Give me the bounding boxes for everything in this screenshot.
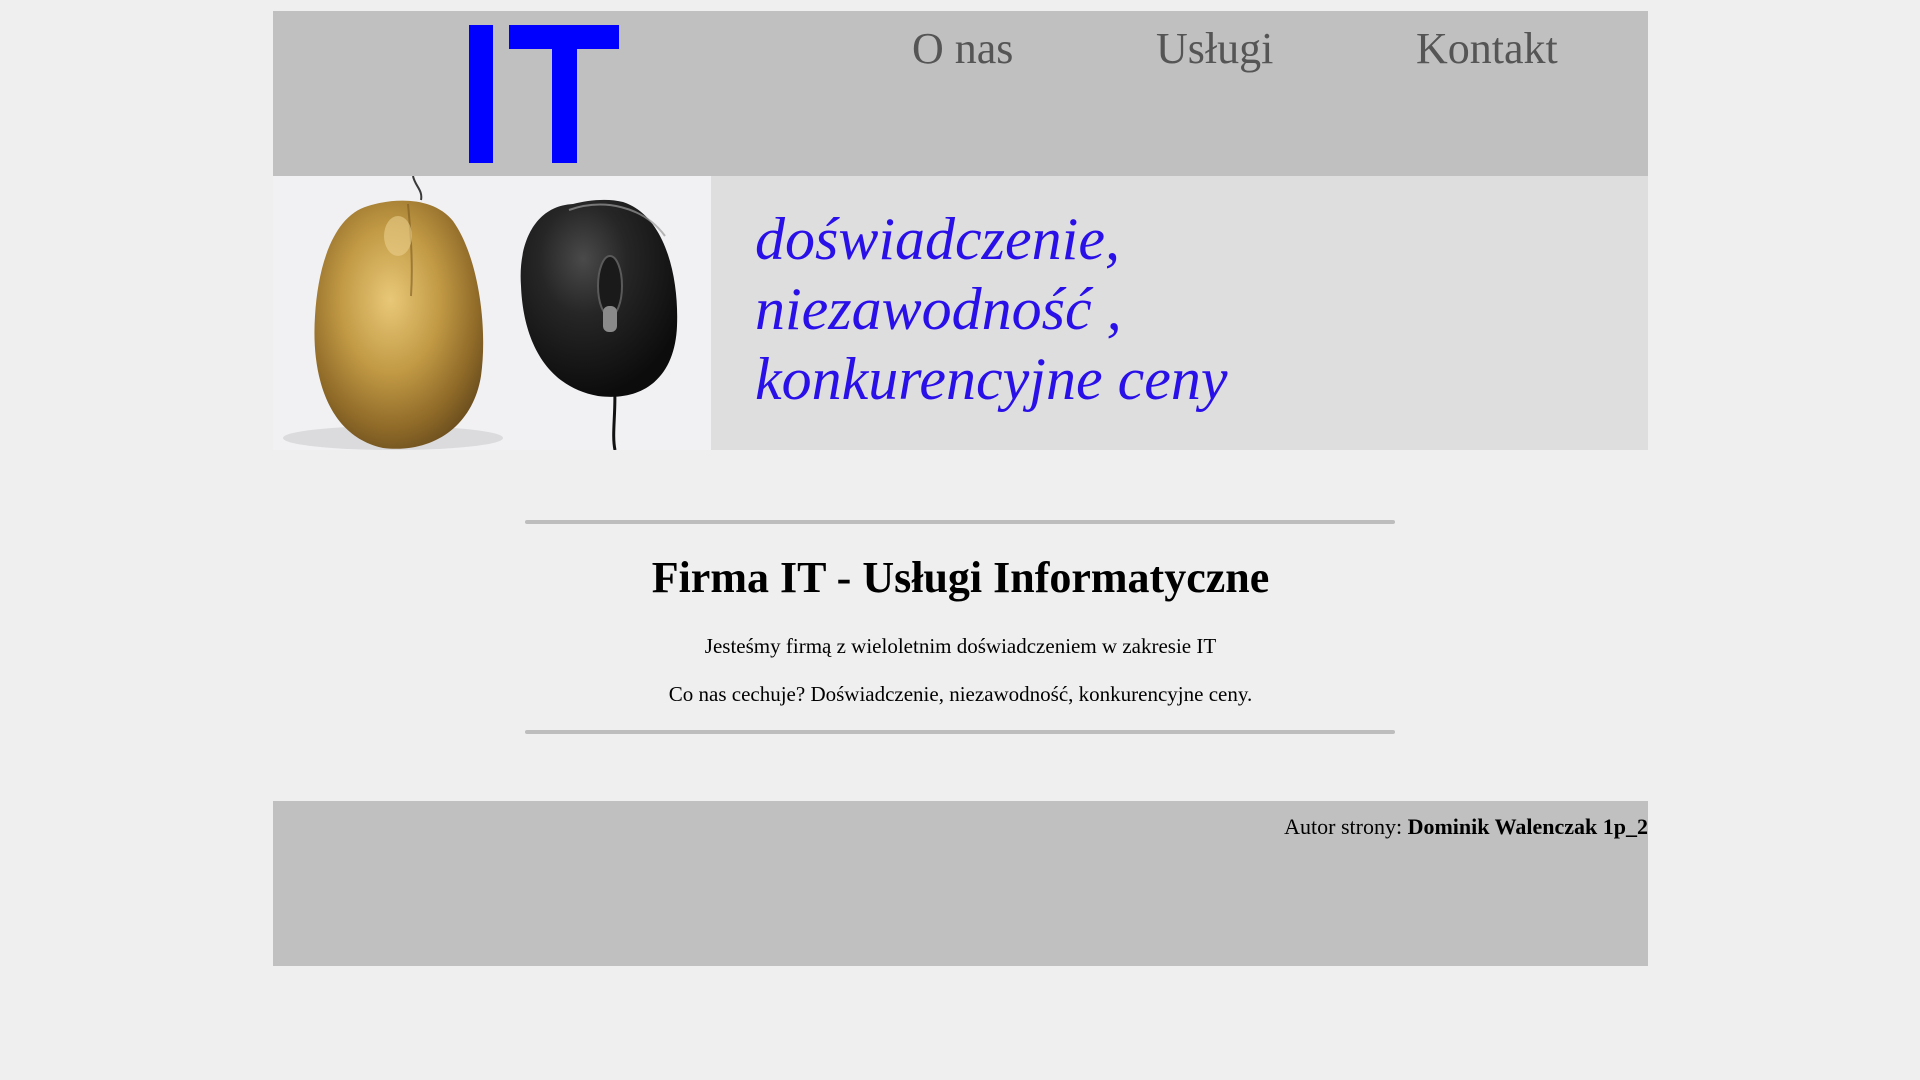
main-content: Firma IT - Usługi Informatyczne Jesteśmy… — [273, 450, 1648, 801]
slogan-line-3: konkurencyjne ceny — [755, 346, 1228, 412]
site-header: IT O nas Usługi Kontakt — [273, 11, 1648, 176]
slogan-line-1: doświadczenie, — [755, 206, 1120, 272]
nav-link-services[interactable]: Usługi — [1156, 23, 1273, 74]
author-credit: Autor strony: Dominik Walenczak 1p_2 — [1284, 814, 1648, 840]
author-name: Dominik Walenczak 1p_2 — [1407, 814, 1648, 839]
divider-bottom — [525, 730, 1395, 734]
page-title: Firma IT - Usługi Informatyczne — [651, 553, 1270, 602]
main-nav: O nas Usługi Kontakt — [273, 23, 1648, 73]
page-container: IT O nas Usługi Kontakt — [273, 11, 1648, 966]
slogan-line-2: niezawodność , — [755, 276, 1122, 342]
banner-slogan: doświadczenie, niezawodność , konkurency… — [755, 204, 1227, 414]
nav-link-about[interactable]: O nas — [912, 23, 1013, 74]
author-label: Autor strony: — [1284, 814, 1408, 839]
nav-link-contact[interactable]: Kontakt — [1416, 23, 1558, 74]
site-footer: Autor strony: Dominik Walenczak 1p_2 — [273, 801, 1648, 966]
hero-banner: doświadczenie, niezawodność , konkurency… — [273, 176, 1648, 450]
computer-mice-image — [273, 176, 711, 450]
features-paragraph: Co nas cechuje? Doświadczenie, niezawodn… — [668, 682, 1253, 706]
intro-paragraph: Jesteśmy firmą z wieloletnim doświadczen… — [704, 634, 1217, 658]
divider-top — [525, 520, 1395, 524]
